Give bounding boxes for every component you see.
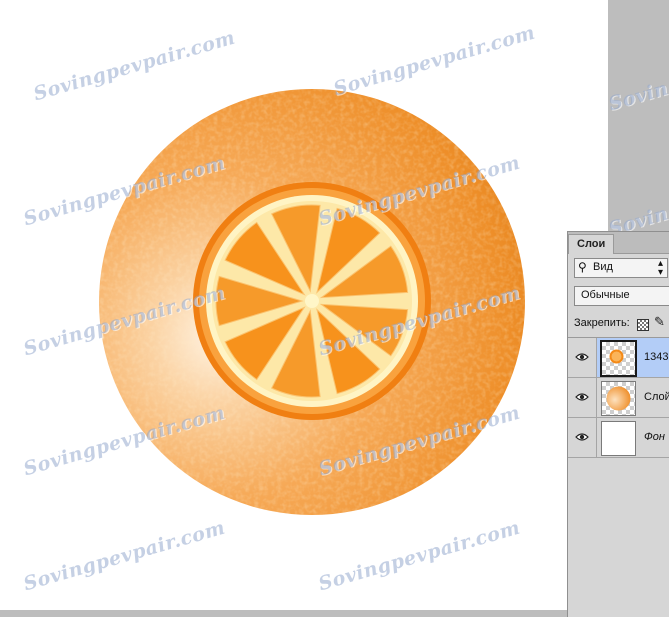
visibility-toggle[interactable] bbox=[568, 378, 597, 417]
layers-panel: Слои ⚲ Вид ▴▾ Обычные Закрепить: ✎ 13438… bbox=[567, 231, 669, 617]
layer-row[interactable]: 13438 bbox=[568, 338, 669, 378]
layer-name: 13438 bbox=[644, 351, 669, 363]
layer-thumbnail bbox=[601, 421, 636, 456]
search-icon: ⚲ bbox=[578, 260, 587, 274]
blend-mode-select[interactable]: Обычные bbox=[574, 286, 669, 306]
visibility-toggle[interactable] bbox=[568, 418, 597, 457]
tab-layers[interactable]: Слои bbox=[568, 234, 615, 254]
eye-icon bbox=[575, 353, 589, 361]
layer-thumbnail bbox=[601, 381, 636, 416]
layer-filter-value: Вид bbox=[593, 261, 613, 273]
layer-filter-select[interactable]: ⚲ Вид ▴ ▾ bbox=[574, 258, 668, 278]
layer-row[interactable]: Фон bbox=[568, 418, 669, 458]
layers-tabbar: Слои bbox=[568, 232, 669, 254]
updown-arrows-icon: ▴ ▾ bbox=[657, 258, 663, 278]
watermark: Sovingpevpair.com bbox=[606, 161, 669, 241]
watermark: Sovingpevpair.com bbox=[606, 36, 669, 116]
layer-row[interactable]: Слой bbox=[568, 378, 669, 418]
layer-thumbnail bbox=[600, 340, 637, 377]
layer-name: Фон bbox=[644, 431, 665, 443]
eye-icon bbox=[575, 393, 589, 401]
lock-pixels-brush-icon[interactable]: ✎ bbox=[654, 314, 665, 330]
layer-name: Слой bbox=[644, 391, 669, 403]
eye-icon bbox=[575, 433, 589, 441]
lock-label: Закрепить: bbox=[574, 317, 630, 329]
blend-mode-value: Обычные bbox=[581, 289, 630, 301]
lock-transparency-icon[interactable] bbox=[637, 319, 649, 331]
visibility-toggle[interactable] bbox=[568, 338, 597, 377]
document-canvas[interactable]: Sovingpevpair.com Sovingpevpair.com Sovi… bbox=[0, 0, 608, 610]
